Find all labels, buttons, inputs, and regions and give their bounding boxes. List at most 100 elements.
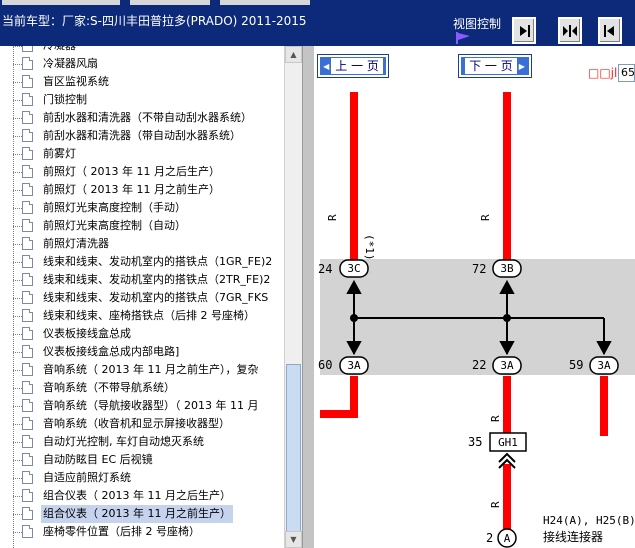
tab-strip-2[interactable] [130,0,210,5]
document-icon [22,93,33,106]
tree-connector [13,532,22,533]
tree-item[interactable]: 线束和线束、发动机室内的搭铁点（2TR_FE)2 [13,271,284,289]
tree-connector [13,370,22,371]
tree-item[interactable]: 仪表板接线盒总成内部电路] [13,343,284,361]
document-icon [22,75,33,88]
arrow-right-icon [520,24,530,37]
scroll-down-button[interactable]: ▼ [285,531,302,548]
tree-connector [13,136,22,137]
tree-item-label: 前刮水器和清洗器（带自动刮水器系统） [43,129,241,142]
tree-item[interactable]: 线束和线束、发动机室内的搭铁点（7GR_FKS [13,289,284,307]
tree-connector [13,46,22,47]
document-icon [22,57,33,70]
tree-item-label: 冷凝器风扇 [43,57,98,70]
document-icon [22,417,33,430]
tab-strip-1[interactable] [2,0,120,5]
tree-item[interactable]: 冷凝器风扇 [13,55,284,73]
wiring-diagram: R (*1) R R R 24 72 60 22 59 35 2 3C 3B 3… [318,92,635,548]
tree-connector [13,316,22,317]
tree-item-label: 线束和线束、座椅搭铁点（后排 2 号座椅） [43,309,255,322]
view-control-label: 视图控制 [453,17,502,31]
tree-item[interactable]: 线束和线束、发动机室内的搭铁点（1GR_FE)2 [13,253,284,271]
document-icon [22,273,33,286]
document-icon [22,507,33,520]
tree-item[interactable]: 组合仪表（ 2013 年 11 月之前生产） [13,505,284,523]
tree-item[interactable]: 门锁控制 [13,91,284,109]
tree-item[interactable]: 盲区监视系统 [13,73,284,91]
document-icon [22,435,33,448]
connector-3a-60-label: 3A [347,359,361,372]
tree-connector [13,244,22,245]
vehicle-title: 当前车型：厂家:S-四川丰田普拉多(PRADO) 2011-2015 [2,14,307,28]
document-icon [22,399,33,412]
pin-59: 59 [569,358,583,372]
wiring-diagram-pane: ◀ 上 一 页 下 一 页 ▶ □□jl 65 R (*1) R R R 24 … [314,46,635,548]
pin-24: 24 [318,262,332,276]
document-icon [22,129,33,142]
document-icon [22,291,33,304]
tree-item[interactable]: 音响系统（收音机和显示屏接收器型） [13,415,284,433]
arrow-left-icon [604,24,614,37]
tree-connector [13,478,22,479]
tree-item[interactable]: 座椅零件位置（后排 2 号座椅） [13,523,284,541]
tree-item[interactable]: 自适应前照灯系统 [13,469,284,487]
tree-item-label: 前照灯（ 2013 年 11 月之后生产） [43,165,220,178]
tree-connector [13,298,22,299]
wire-color-r-2: R [479,214,492,221]
tree-item[interactable]: 冷凝器 [13,46,284,55]
vertical-scrollbar[interactable]: ▲ ▼ [284,46,302,548]
view-left-button[interactable] [598,17,622,44]
tree-item[interactable]: 音响系统（不带导航系统） [13,379,284,397]
scroll-thumb[interactable] [286,364,301,548]
tree-item-label: 自适应前照灯系统 [43,471,131,484]
tree-item[interactable]: 仪表板接线盒总成 [13,325,284,343]
split-icon [563,24,577,37]
tree-connector [13,334,22,335]
pin-60: 60 [318,358,332,372]
tree-item[interactable]: 前照灯清洗器 [13,235,284,253]
tree-connector [13,118,22,119]
tree-item[interactable]: 前照灯（ 2013 年 11 月之前生产） [13,181,284,199]
tree-connector [13,262,22,263]
document-icon [22,471,33,484]
tree-item[interactable]: 线束和线束、座椅搭铁点（后排 2 号座椅） [13,307,284,325]
connector-name: 接线连接器 [543,529,603,544]
view-right-button[interactable] [512,17,536,44]
connector-3a-59-label: 3A [597,359,611,372]
tree-connector [13,424,22,425]
pin-2: 2 [486,531,493,545]
tree-connector [13,406,22,407]
view-split-button[interactable] [558,17,582,44]
circuit-list-pane: 冷凝器冷凝器风扇盲区监视系统门锁控制前刮水器和清洗器（不带自动刮水器系统） 前刮水… [0,46,302,548]
tree-item[interactable]: 自动灯光控制, 车灯自动熄灭系统 [13,433,284,451]
circuit-tree: 冷凝器冷凝器风扇盲区监视系统门锁控制前刮水器和清洗器（不带自动刮水器系统） 前刮水… [0,46,284,548]
tree-connector [13,352,22,353]
tree-item-label: 音响系统（不带导航系统） [43,381,175,394]
pane-splitter[interactable] [302,46,314,548]
document-icon [22,165,33,178]
tree-item-label: 前照灯光束高度控制（自动） [43,219,186,232]
tree-item-label: 自动灯光控制, 车灯自动熄灭系统 [43,435,204,448]
document-icon [22,219,33,232]
tree-item[interactable]: 音响系统（ 2013 年 11 月之前生产），复杂 [13,361,284,379]
tree-item[interactable]: 自动防眩目 EC 后视镜 [13,451,284,469]
wire-color-r-4: R [489,501,502,508]
tree-item[interactable]: 前照灯光束高度控制（手动） [13,199,284,217]
scroll-up-button[interactable]: ▲ [285,46,302,63]
tree-connector [13,496,22,497]
tree-item-label: 音响系统（收音机和显示屏接收器型） [43,417,230,430]
document-icon [22,183,33,196]
tree-item-label: 前照灯光束高度控制（手动） [43,201,186,214]
tree-item[interactable]: 音响系统（导航接收器型）（ 2013 年 11 月 [13,397,284,415]
tree-item[interactable]: 前雾灯 [13,145,284,163]
tree-item[interactable]: 组合仪表（ 2013 年 11 月之后生产） [13,487,284,505]
tree-item[interactable]: 前照灯（ 2013 年 11 月之后生产） [13,163,284,181]
tree-item[interactable]: 前刮水器和清洗器（带自动刮水器系统） [13,127,284,145]
tab-strip-3[interactable] [220,0,310,5]
tree-item-label: 仪表板接线盒总成 [43,327,131,340]
wire-60-bottom [320,376,358,418]
connector-gh1-label: GH1 [498,436,518,449]
tree-item[interactable]: 前照灯光束高度控制（自动） [13,217,284,235]
document-icon [22,489,33,502]
tree-item[interactable]: 前刮水器和清洗器（不带自动刮水器系统） [13,109,284,127]
